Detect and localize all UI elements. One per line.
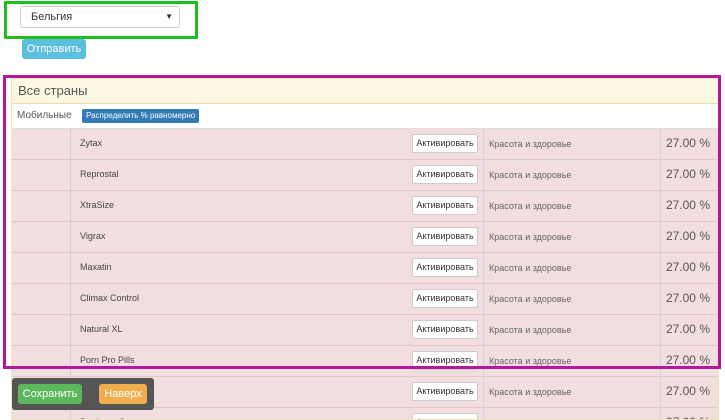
offer-name: Climax Control [80,293,140,303]
country-select-value: Бельгия [31,11,73,23]
distribute-evenly-button[interactable]: Распределить % равномерно [82,109,200,123]
activate-button[interactable]: Активировать [412,351,478,370]
offer-percent: 27.00 % [665,291,710,305]
offer-percent: 27.00 % [665,322,710,336]
cell-divider [660,315,661,345]
activate-button[interactable]: Активировать [412,258,478,277]
offer-category: Красота и здоровье [489,325,572,335]
cell-divider [70,284,71,314]
mobile-label: Мобильные [17,110,72,121]
table-row: Climax Control Активировать Красота и здор… [12,284,718,315]
activate-button[interactable]: Активировать [412,289,478,308]
activate-button[interactable]: Активировать [412,413,478,419]
activate-button[interactable]: Активировать [412,196,478,215]
offer-percent: 27.00 % [665,260,710,274]
offer-category: Красота и здоровье [489,232,572,242]
offer-category: Красота и здоровье [489,356,572,366]
offer-category: Красота и здоровье [489,139,572,149]
chevron-down-icon: ▼ [165,12,173,21]
cell-divider [660,284,661,314]
cell-divider [70,191,71,221]
activate-button[interactable]: Активировать [412,320,478,339]
cell-divider [483,315,484,345]
table-row: Vigrax Активировать Красота и здоровье 27.0… [12,222,718,253]
cell-divider [660,160,661,190]
table-row: Zytax Активировать Красота и здоровье 27.00… [12,129,718,160]
countries-panel: Все страны Мобильные Распределить % равн… [11,78,719,420]
offer-category: Красота и здоровье [489,387,572,397]
cell-divider [483,129,484,159]
activate-button[interactable]: Активировать [412,165,478,184]
cell-divider [483,346,484,376]
offer-percent: 27.00 % [666,415,710,419]
table-row: XtraSize Активировать Красота и здоровье 27… [12,191,718,222]
table-row: Maxatin Активировать Красота и здоровье 27.… [12,253,718,284]
cell-divider [70,253,71,283]
cell-divider [483,377,484,407]
cell-divider [660,346,661,376]
send-button[interactable]: Отправить [22,39,86,59]
cell-divider [70,160,71,190]
activate-button[interactable]: Активировать [412,227,478,246]
cell-divider [483,284,484,314]
offer-percent: 27.00 % [665,229,710,243]
activate-button[interactable]: Активировать [412,382,478,401]
cell-divider [660,253,661,283]
offer-percent: 27.00 % [665,198,710,212]
cell-divider [483,408,484,419]
offer-percent: 27.00 % [665,167,710,181]
offer-name: Maxatin [80,262,112,272]
offer-category: Красота и здоровье [489,170,572,180]
offer-name: Reprostal [80,169,119,179]
panel-title: Все страны [12,79,718,104]
offer-percent: 27.00 % [665,384,710,398]
cell-divider [660,129,661,159]
cell-divider [483,222,484,252]
country-select[interactable]: Бельгия ▼ [20,6,180,28]
cell-divider [483,191,484,221]
activate-button[interactable]: Активировать [412,134,478,153]
cell-divider [70,129,71,159]
cell-divider [660,408,661,419]
cell-divider [70,346,71,376]
table-row: Natural XL Активировать Красота и здоровье… [12,315,718,346]
offer-percent: 27.00 % [665,353,710,367]
bottom-action-bar: Сохранить Наверх [12,378,154,410]
offer-category: Красота и здоровье [489,294,572,304]
save-button[interactable]: Сохранить [18,384,82,404]
offers-table: Zytax Активировать Красота и здоровье 27.00… [12,129,718,419]
offer-name: Zytax [80,138,103,148]
cell-divider [483,253,484,283]
cell-divider [660,191,661,221]
cell-divider [70,315,71,345]
offer-percent: 27.00 % [665,136,710,150]
cell-divider [660,222,661,252]
offer-category: Красота и здоровье [489,201,572,211]
cell-divider [70,222,71,252]
offer-name: XtraSize [80,200,115,210]
offer-name: Porn Pro Pills [80,355,135,365]
table-row: Reprostal Активировать Красота и здоровье 2… [12,160,718,191]
offer-name: Vigrax [80,231,106,241]
offer-name: Natural XL [80,324,123,334]
table-row: Porn Pro Pills Активировать Красота и здор… [12,346,718,377]
cell-divider [483,160,484,190]
scroll-top-button[interactable]: Наверх [99,384,147,404]
offer-category: Красота и здоровье [489,263,572,273]
cell-divider [660,377,661,407]
mobile-row: Мобильные Распределить % равномерно [12,104,718,129]
